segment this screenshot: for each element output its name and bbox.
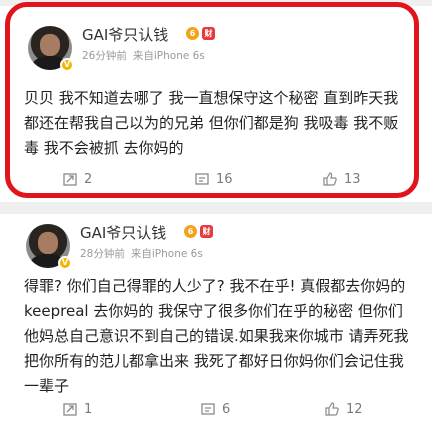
post-text: 贝贝 我不知道去哪了 我一直想保守这个秘密 直到昨天我都还在帮我自己以为的兄弟 … <box>24 89 399 157</box>
like-button[interactable]: 13 <box>322 168 361 190</box>
post-time: 26分钟前 <box>82 50 127 62</box>
like-icon <box>325 402 339 416</box>
post-source: 来自iPhone 6s <box>130 248 203 260</box>
repost-button[interactable]: 1 <box>62 398 92 420</box>
like-count: 12 <box>346 401 363 417</box>
username[interactable]: GAI爷只认钱 <box>82 24 168 45</box>
post-meta: 28分钟前 来自iPhone 6s <box>80 246 203 261</box>
comment-icon <box>201 403 215 415</box>
weibo-post-card: V GAI爷只认钱 6 财 26分钟前 来自iPhone 6s 贝贝 我不知道去哪… <box>0 6 432 202</box>
wealth-medal-icon: 财 <box>202 27 215 40</box>
post-actions: 2 16 13 <box>0 168 432 190</box>
post-text: 得罪? 你们自己得罪的人少了? 我不在乎! 真假都去你妈的 keepreal 去… <box>24 277 409 395</box>
level-medal-icon: 6 <box>186 27 199 40</box>
repost-count: 1 <box>84 401 93 417</box>
repost-icon <box>63 403 77 416</box>
post-meta: 26分钟前 来自iPhone 6s <box>82 48 205 63</box>
level-medal-icon: 6 <box>184 225 197 238</box>
post-source: 来自iPhone 6s <box>132 50 205 62</box>
like-icon <box>323 172 337 186</box>
verified-badge-icon: V <box>60 58 74 72</box>
comment-button[interactable]: 6 <box>200 398 230 420</box>
repost-icon <box>63 173 77 186</box>
wealth-medal-icon: 财 <box>200 225 213 238</box>
repost-count: 2 <box>84 171 93 187</box>
comment-count: 16 <box>216 171 233 187</box>
comment-count: 6 <box>222 401 231 417</box>
verified-badge-icon: V <box>58 256 72 270</box>
like-button[interactable]: 12 <box>324 398 363 420</box>
post-time: 28分钟前 <box>80 248 125 260</box>
weibo-post-card: V GAI爷只认钱 6 财 28分钟前 来自iPhone 6s 得罪? 你们自己得… <box>0 214 432 422</box>
post-actions: 1 6 12 <box>0 398 432 420</box>
like-count: 13 <box>344 171 361 187</box>
comment-button[interactable]: 16 <box>194 168 233 190</box>
comment-icon <box>195 173 209 185</box>
repost-button[interactable]: 2 <box>62 168 92 190</box>
username[interactable]: GAI爷只认钱 <box>80 222 166 243</box>
